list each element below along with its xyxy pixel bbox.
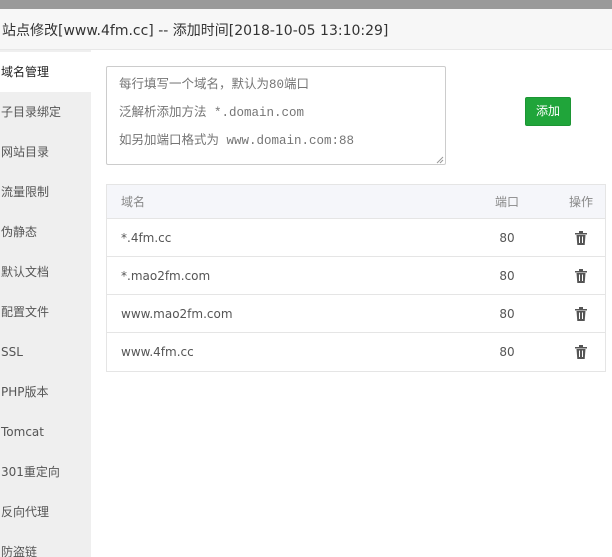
trash-icon bbox=[575, 268, 587, 283]
column-header-action: 操作 bbox=[568, 195, 593, 209]
sidebar-item-php-version[interactable]: PHP版本 bbox=[0, 372, 91, 412]
trash-icon bbox=[575, 306, 587, 321]
sidebar-item-site-directory[interactable]: 网站目录 bbox=[0, 132, 91, 172]
table-row: *.mao2fm.com 80 bbox=[107, 257, 605, 295]
trash-icon bbox=[575, 230, 587, 245]
delete-button[interactable] bbox=[557, 257, 605, 294]
resize-handle-icon[interactable] bbox=[436, 156, 444, 164]
domain-table: 域名 端口 操作 *.4fm.cc 80 *.mao2fm.com 80 www… bbox=[106, 184, 606, 372]
port-cell: 80 bbox=[499, 230, 515, 245]
sidebar: 域名管理 子目录绑定 网站目录 流量限制 伪静态 默认文档 配置文件 SSL P… bbox=[0, 50, 91, 557]
window-top-bar bbox=[0, 0, 612, 9]
sidebar-item-tomcat[interactable]: Tomcat bbox=[0, 412, 91, 452]
delete-button[interactable] bbox=[557, 295, 605, 332]
column-header-domain: 域名 bbox=[121, 195, 146, 209]
table-row: www.4fm.cc 80 bbox=[107, 333, 605, 371]
domain-cell: *.4fm.cc bbox=[121, 230, 172, 245]
sidebar-item-301-redirect[interactable]: 301重定向 bbox=[0, 452, 91, 492]
sidebar-item-ssl[interactable]: SSL bbox=[0, 332, 91, 372]
add-domain-button[interactable]: 添加 bbox=[525, 97, 571, 126]
sidebar-item-config-file[interactable]: 配置文件 bbox=[0, 292, 91, 332]
port-cell: 80 bbox=[499, 345, 515, 359]
port-cell: 80 bbox=[499, 268, 515, 283]
port-cell: 80 bbox=[499, 306, 515, 321]
domain-cell: www.4fm.cc bbox=[121, 345, 194, 359]
sidebar-item-rewrite[interactable]: 伪静态 bbox=[0, 212, 91, 252]
domain-cell: www.mao2fm.com bbox=[121, 306, 233, 321]
delete-button[interactable] bbox=[557, 219, 605, 256]
sidebar-item-hotlink-protection[interactable]: 防盗链 bbox=[0, 532, 91, 557]
dialog-title: 站点修改[www.4fm.cc] -- 添加时间[2018-10-05 13:1… bbox=[2, 23, 389, 39]
sidebar-item-subdirectory-binding[interactable]: 子目录绑定 bbox=[0, 92, 91, 132]
sidebar-item-traffic-limit[interactable]: 流量限制 bbox=[0, 172, 91, 212]
domain-cell: *.mao2fm.com bbox=[121, 268, 211, 283]
table-row: www.mao2fm.com 80 bbox=[107, 295, 605, 333]
delete-button[interactable] bbox=[557, 333, 605, 371]
trash-icon bbox=[575, 345, 587, 359]
sidebar-item-default-document[interactable]: 默认文档 bbox=[0, 252, 91, 292]
dialog-header: 站点修改[www.4fm.cc] -- 添加时间[2018-10-05 13:1… bbox=[0, 9, 612, 50]
domain-input[interactable] bbox=[106, 66, 446, 165]
table-header-row: 域名 端口 操作 bbox=[107, 185, 605, 219]
sidebar-item-reverse-proxy[interactable]: 反向代理 bbox=[0, 492, 91, 532]
column-header-port: 端口 bbox=[494, 195, 519, 209]
sidebar-item-domain-management[interactable]: 域名管理 bbox=[0, 52, 91, 92]
table-row: *.4fm.cc 80 bbox=[107, 219, 605, 257]
